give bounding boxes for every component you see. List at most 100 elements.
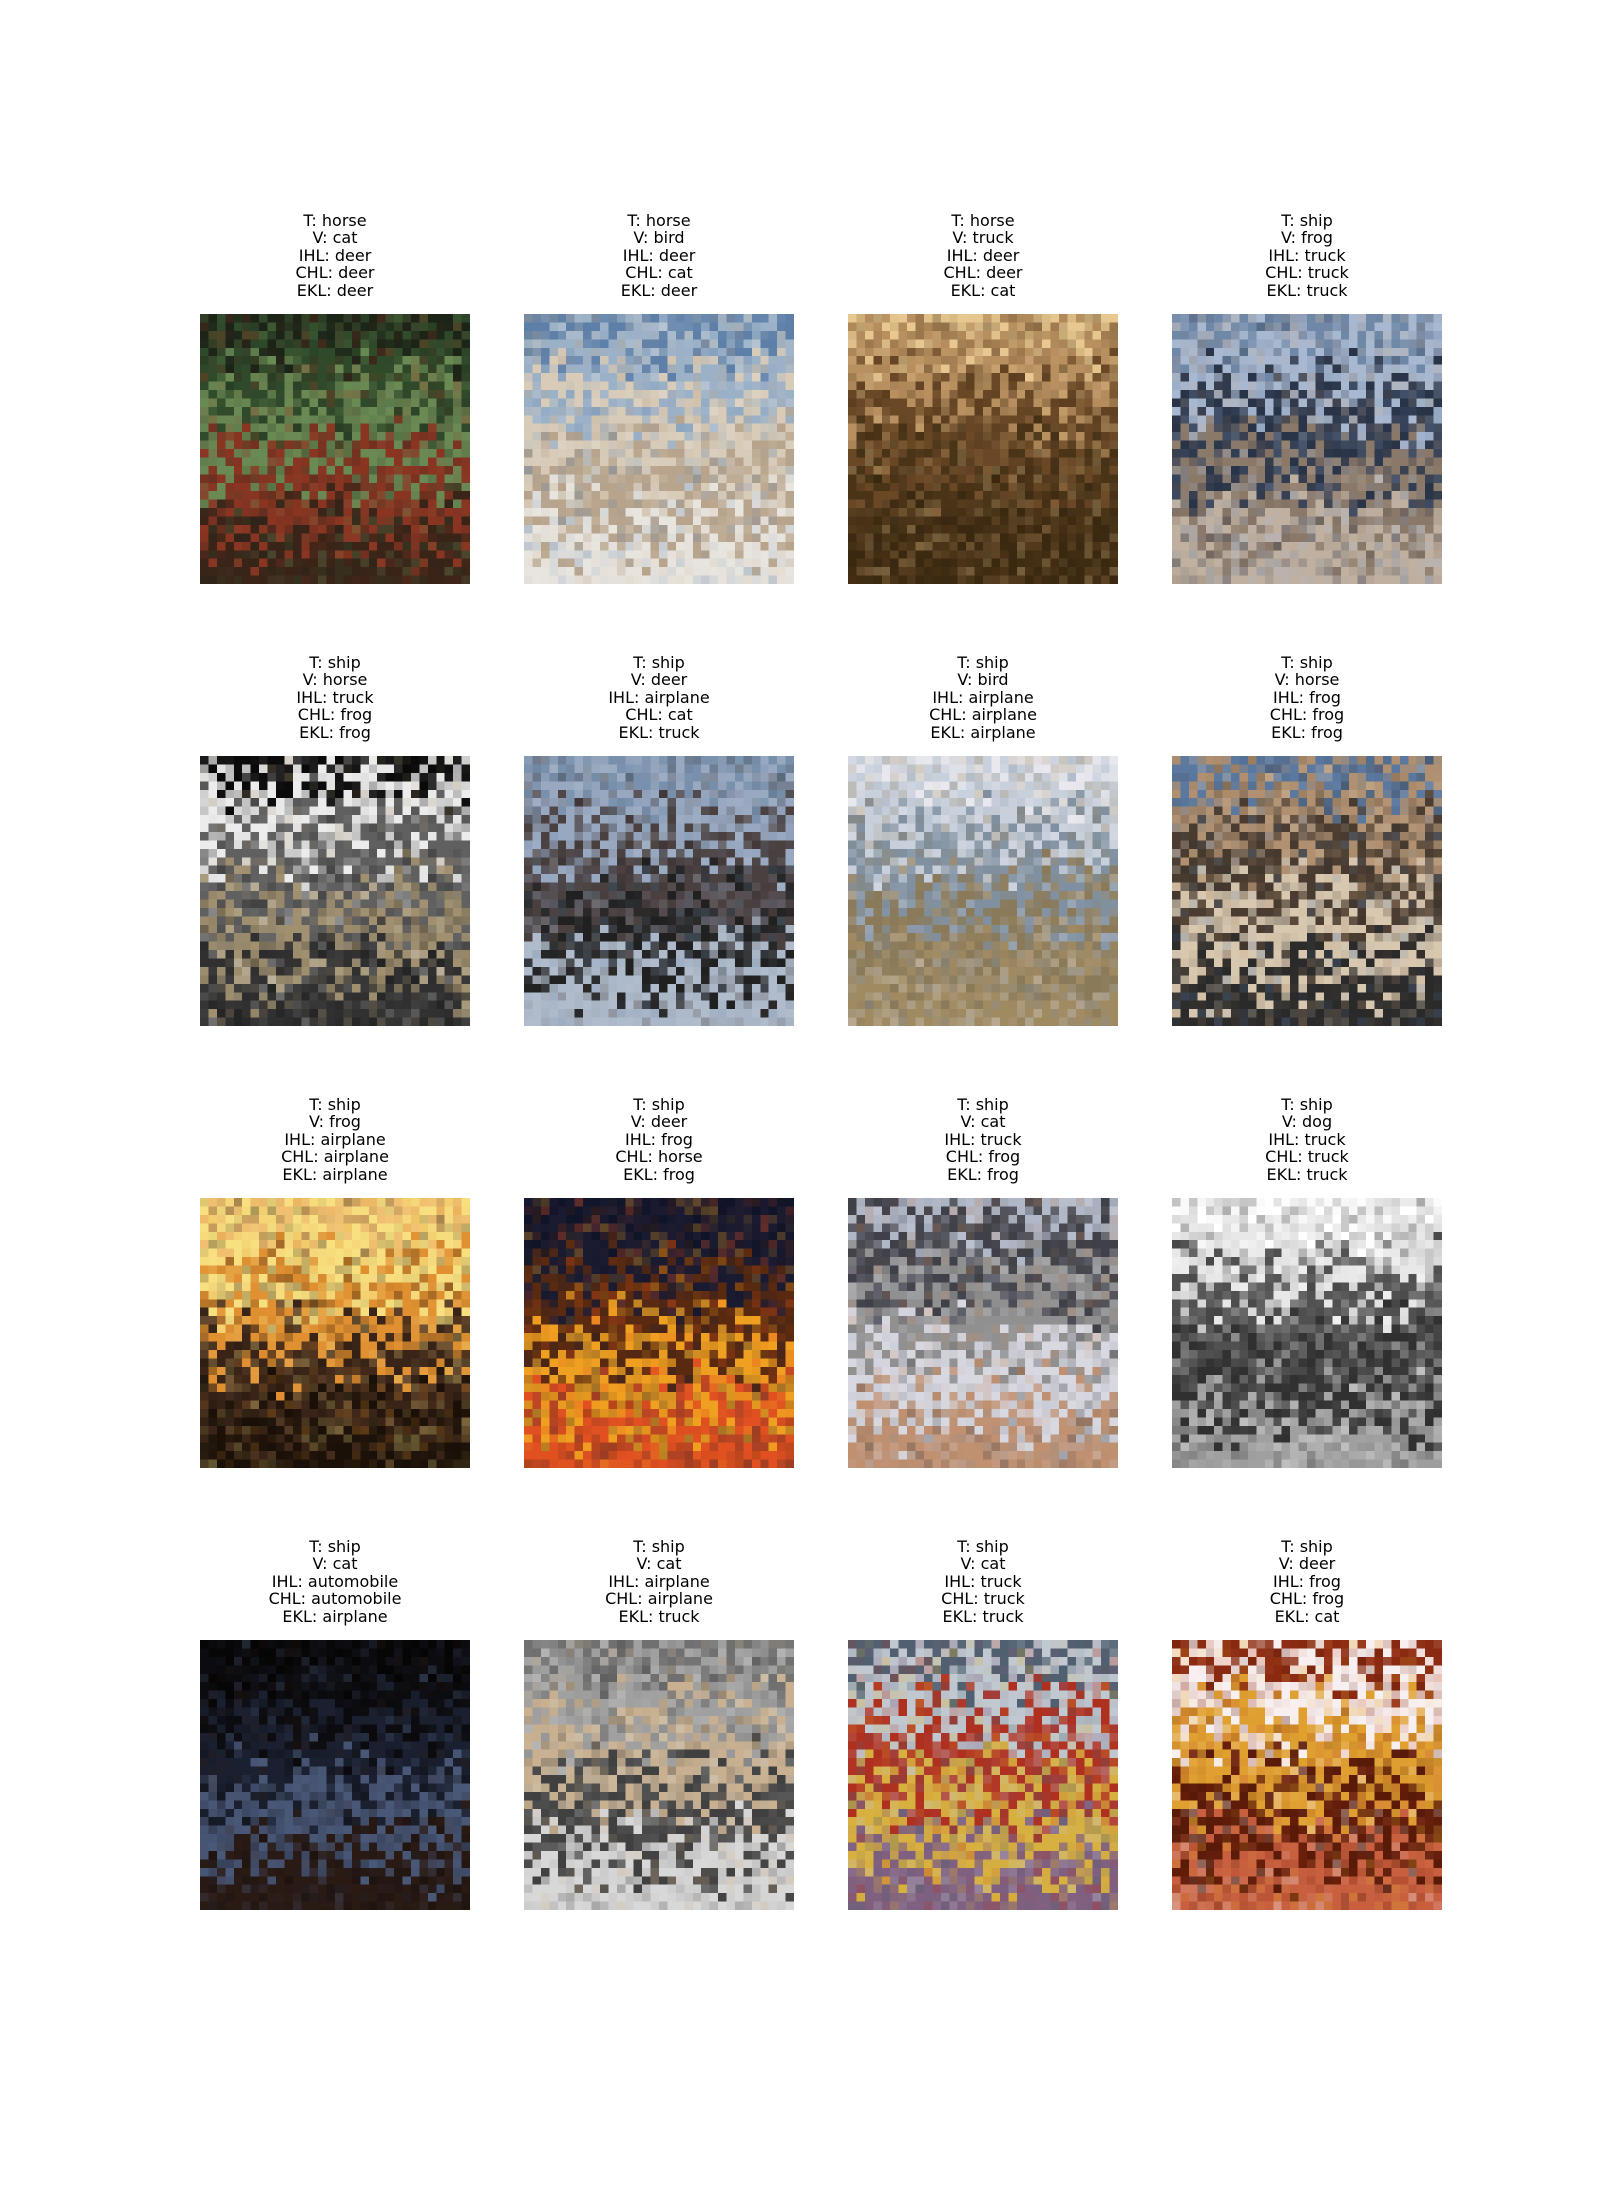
panel-caption: T: ship V: cat IHL: airplane CHL: airplane E… xyxy=(484,1538,834,1630)
sample-image xyxy=(200,1640,470,1910)
panel-caption: T: ship V: dog IHL: truck CHL: truck EKL: tr… xyxy=(1132,1096,1482,1188)
caption-line: EKL: truck xyxy=(618,1606,700,1626)
sample-image xyxy=(848,1640,1118,1910)
caption-line: EKL: airplane xyxy=(282,1164,388,1184)
caption-line: V: bird xyxy=(633,228,685,248)
caption-line: CHL: airplane xyxy=(929,705,1037,725)
panel: T: ship V: cat IHL: truck CHL: frog EKL: fro… xyxy=(848,1096,1118,1468)
panel-caption: T: ship V: cat IHL: truck CHL: frog EKL: fro… xyxy=(808,1096,1158,1188)
caption-line: T: ship xyxy=(309,653,361,672)
caption-line: IHL: truck xyxy=(1268,245,1346,265)
caption-line: EKL: truck xyxy=(618,722,700,742)
caption-line: EKL: deer xyxy=(620,280,698,300)
panel: T: ship V: deer IHL: airplane CHL: cat EKL: … xyxy=(524,654,794,1026)
caption-line: CHL: frog xyxy=(297,705,373,725)
caption-line: T: ship xyxy=(633,653,685,672)
caption-line: IHL: deer xyxy=(622,245,696,265)
caption-line: CHL: frog xyxy=(945,1147,1021,1167)
caption-line: EKL: airplane xyxy=(930,722,1036,742)
caption-line: T: ship xyxy=(1281,653,1333,672)
figure-grid: T: horse V: cat IHL: deer CHL: deer EKL: dee… xyxy=(0,0,1600,2200)
caption-line: V: horse xyxy=(1274,670,1340,690)
panel-caption: T: ship V: deer IHL: airplane CHL: cat EKL: … xyxy=(484,654,834,746)
caption-line: CHL: truck xyxy=(1265,1147,1349,1167)
caption-line: IHL: airplane xyxy=(284,1129,386,1149)
caption-line: IHL: deer xyxy=(946,245,1020,265)
caption-line: V: deer xyxy=(1278,1554,1336,1574)
caption-line: IHL: airplane xyxy=(608,1571,710,1591)
caption-line: CHL: airplane xyxy=(281,1147,389,1167)
panel: T: ship V: frog IHL: truck CHL: truck EKL: t… xyxy=(1172,212,1442,584)
caption-line: EKL: frog xyxy=(1271,722,1343,742)
caption-line: IHL: truck xyxy=(944,1129,1022,1149)
caption-line: V: frog xyxy=(309,1112,361,1132)
panel: T: horse V: truck IHL: deer CHL: deer EKL: c… xyxy=(848,212,1118,584)
caption-line: EKL: truck xyxy=(1266,1164,1348,1184)
panel: T: horse V: bird IHL: deer CHL: cat EKL: dee… xyxy=(524,212,794,584)
caption-line: EKL: airplane xyxy=(282,1606,388,1626)
panel: T: ship V: deer IHL: frog CHL: frog EKL: cat xyxy=(1172,1538,1442,1910)
caption-line: V: cat xyxy=(960,1112,1006,1132)
panel: T: ship V: cat IHL: truck CHL: truck EKL: tr… xyxy=(848,1538,1118,1910)
sample-image xyxy=(200,314,470,584)
sample-image xyxy=(1172,1640,1442,1910)
caption-line: V: bird xyxy=(957,670,1009,690)
panel-caption: T: ship V: frog IHL: truck CHL: truck EKL: t… xyxy=(1132,212,1482,304)
caption-line: T: ship xyxy=(957,653,1009,672)
panel: T: ship V: bird IHL: airplane CHL: airplane… xyxy=(848,654,1118,1026)
sample-image xyxy=(524,756,794,1026)
sample-image xyxy=(1172,1198,1442,1468)
caption-line: CHL: horse xyxy=(615,1147,703,1167)
panel: T: ship V: frog IHL: airplane CHL: airplane… xyxy=(200,1096,470,1468)
sample-image xyxy=(848,314,1118,584)
panel: T: ship V: deer IHL: frog CHL: horse EKL: fr… xyxy=(524,1096,794,1468)
caption-line: V: deer xyxy=(630,1112,688,1132)
caption-line: V: dog xyxy=(1281,1112,1333,1132)
caption-line: T: ship xyxy=(633,1537,685,1556)
panel-caption: T: horse V: cat IHL: deer CHL: deer EKL: dee… xyxy=(160,212,510,304)
caption-line: EKL: truck xyxy=(942,1606,1024,1626)
caption-line: EKL: frog xyxy=(299,722,371,742)
caption-line: CHL: deer xyxy=(295,263,375,283)
caption-line: T: ship xyxy=(957,1095,1009,1114)
panel-caption: T: ship V: cat IHL: automobile CHL: automob… xyxy=(160,1538,510,1630)
caption-line: CHL: cat xyxy=(625,705,693,725)
panel: T: ship V: dog IHL: truck CHL: truck EKL: tr… xyxy=(1172,1096,1442,1468)
caption-line: IHL: frog xyxy=(1273,687,1341,707)
caption-line: T: ship xyxy=(1281,1537,1333,1556)
caption-line: EKL: deer xyxy=(296,280,374,300)
sample-image xyxy=(524,1640,794,1910)
caption-line: EKL: cat xyxy=(1274,1606,1340,1626)
caption-line: V: cat xyxy=(312,228,358,248)
caption-line: IHL: automobile xyxy=(271,1571,399,1591)
caption-line: IHL: airplane xyxy=(608,687,710,707)
panel-caption: T: ship V: cat IHL: truck CHL: truck EKL: tr… xyxy=(808,1538,1158,1630)
sample-image xyxy=(524,314,794,584)
caption-line: CHL: airplane xyxy=(605,1589,713,1609)
caption-line: V: horse xyxy=(302,670,368,690)
caption-line: IHL: frog xyxy=(1273,1571,1341,1591)
caption-line: T: ship xyxy=(1281,211,1333,230)
sample-image xyxy=(200,1198,470,1468)
panel-caption: T: horse V: truck IHL: deer CHL: deer EKL: c… xyxy=(808,212,1158,304)
caption-line: IHL: truck xyxy=(1268,1129,1346,1149)
caption-line: EKL: cat xyxy=(950,280,1016,300)
caption-line: T: horse xyxy=(627,211,691,230)
caption-line: T: ship xyxy=(309,1095,361,1114)
caption-line: T: ship xyxy=(957,1537,1009,1556)
caption-line: CHL: deer xyxy=(943,263,1023,283)
caption-line: IHL: truck xyxy=(296,687,374,707)
caption-line: CHL: frog xyxy=(1269,705,1345,725)
caption-line: IHL: deer xyxy=(298,245,372,265)
caption-line: V: cat xyxy=(960,1554,1006,1574)
caption-line: EKL: frog xyxy=(947,1164,1019,1184)
caption-line: IHL: frog xyxy=(625,1129,693,1149)
panel-caption: T: ship V: horse IHL: frog CHL: frog EKL: fr… xyxy=(1132,654,1482,746)
sample-image xyxy=(848,756,1118,1026)
panel: T: horse V: cat IHL: deer CHL: deer EKL: dee… xyxy=(200,212,470,584)
caption-line: CHL: truck xyxy=(941,1589,1025,1609)
caption-line: T: horse xyxy=(951,211,1015,230)
panel: T: ship V: cat IHL: airplane CHL: airplane E… xyxy=(524,1538,794,1910)
sample-image xyxy=(200,756,470,1026)
caption-line: T: horse xyxy=(303,211,367,230)
